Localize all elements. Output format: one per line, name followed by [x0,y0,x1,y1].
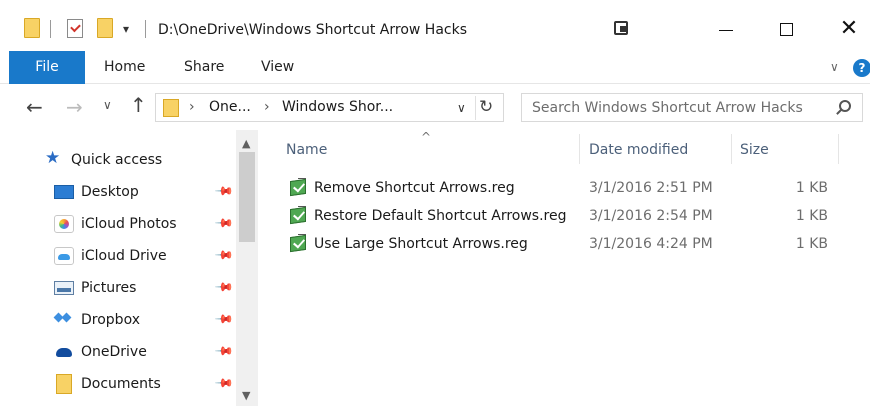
column-divider[interactable] [579,134,580,164]
sidebar-item-icloud-drive[interactable]: iCloud Drive 📌 [0,242,236,272]
file-list: ^ Name Date modified Size Remove Shortcu… [270,130,870,406]
pin-icon: 📌 [214,180,235,202]
column-divider[interactable] [731,134,732,164]
close-button[interactable]: ✕ [838,18,860,40]
file-date-modified: 3/1/2016 4:24 PM [589,236,713,252]
table-row[interactable]: Use Large Shortcut Arrows.reg 3/1/2016 4… [284,231,844,259]
up-button[interactable]: ↑ [130,93,147,117]
sidebar-item-documents[interactable]: Documents 📌 [0,370,236,400]
window-title: D:\OneDrive\Windows Shortcut Arrow Hacks [158,22,467,38]
file-size: 1 KB [795,208,828,224]
pin-icon: 📌 [214,244,235,266]
pin-icon: 📌 [214,372,235,394]
icloud-drive-icon [54,247,74,265]
star-icon: ★ [45,148,61,168]
icloud-photos-icon [54,215,74,233]
pin-icon: 📌 [214,276,235,298]
registry-file-icon [288,206,308,226]
snap-icon[interactable] [614,21,628,35]
registry-file-icon [288,234,308,254]
sidebar-item-label: Dropbox [81,312,140,328]
file-size: 1 KB [795,180,828,196]
desktop-icon [54,185,74,199]
table-row[interactable]: Remove Shortcut Arrows.reg 3/1/2016 2:51… [284,175,844,203]
sort-ascending-icon: ^ [421,130,432,144]
sidebar-item-dropbox[interactable]: Dropbox 📌 [0,306,236,336]
divider [145,20,146,38]
column-header-date-modified[interactable]: Date modified [589,142,688,158]
pin-icon: 📌 [214,340,235,362]
search-box[interactable] [521,93,863,122]
navigation-pane-scrollbar[interactable]: ▲ ▼ [236,130,258,406]
back-button[interactable]: ← [26,95,43,119]
file-name: Use Large Shortcut Arrows.reg [314,236,528,252]
properties-icon[interactable] [67,19,83,38]
tab-file[interactable]: File [9,51,85,84]
forward-button[interactable]: → [66,95,83,119]
divider [50,20,51,38]
pictures-icon [54,281,74,295]
breadcrumb-current-folder[interactable]: Windows Shor... [282,99,393,115]
registry-file-icon [288,178,308,198]
navigation-bar: ← → ∨ ↑ › One... › Windows Shor... ∨ ↻ [0,84,870,130]
customize-quick-access-button[interactable]: ▾ [123,20,129,38]
expand-ribbon-icon[interactable]: ∨ [830,60,839,74]
breadcrumb-onedrive[interactable]: One... [209,99,251,115]
recent-locations-button[interactable]: ∨ [103,98,112,112]
search-input[interactable] [532,98,822,118]
sidebar-item-label: Quick access [71,152,163,168]
file-name: Restore Default Shortcut Arrows.reg [314,208,567,224]
dropbox-icon [54,311,72,327]
column-divider[interactable] [838,134,839,164]
table-row[interactable]: Restore Default Shortcut Arrows.reg 3/1/… [284,203,844,231]
ribbon-tabs: File Home Share View ∨ ? [0,51,870,84]
sidebar-item-icloud-photos[interactable]: iCloud Photos 📌 [0,210,236,240]
sidebar-item-label: Documents [81,376,161,392]
tab-home[interactable]: Home [104,51,145,84]
sidebar-item-pictures[interactable]: Pictures 📌 [0,274,236,304]
address-bar[interactable]: › One... › Windows Shor... ∨ ↻ [155,93,504,122]
onedrive-icon [54,345,74,359]
sidebar-item-label: iCloud Drive [81,248,167,264]
file-date-modified: 3/1/2016 2:54 PM [589,208,713,224]
pin-icon: 📌 [214,212,235,234]
new-folder-icon[interactable] [97,18,113,38]
tab-share[interactable]: Share [184,51,224,84]
folder-icon [163,99,179,117]
tab-view[interactable]: View [261,51,294,84]
divider [475,96,476,120]
sidebar-item-desktop[interactable]: Desktop 📌 [0,178,236,208]
navigation-pane: ★ Quick access Desktop 📌 iCloud Photos 📌… [0,130,258,406]
scroll-down-button[interactable]: ▼ [242,389,250,402]
minimize-button[interactable] [719,30,733,31]
search-icon[interactable] [839,100,851,112]
scroll-up-button[interactable]: ▲ [242,137,250,150]
file-date-modified: 3/1/2016 2:51 PM [589,180,713,196]
scrollbar-thumb[interactable] [239,152,255,242]
maximize-button[interactable] [780,23,793,36]
pin-icon: 📌 [214,308,235,330]
sidebar-item-onedrive[interactable]: OneDrive 📌 [0,338,236,368]
sidebar-item-label: OneDrive [81,344,147,360]
folder-icon [24,18,40,38]
sidebar-item-label: iCloud Photos [81,216,177,232]
sidebar-item-label: Pictures [81,280,137,296]
refresh-button[interactable]: ↻ [479,97,493,117]
title-bar: ▾ D:\OneDrive\Windows Shortcut Arrow Hac… [0,0,870,51]
help-icon[interactable]: ? [853,59,870,77]
chevron-right-icon[interactable]: › [189,99,195,115]
sidebar-item-label: Desktop [81,184,139,200]
folder-icon [56,374,72,394]
sidebar-item-quick-access[interactable]: ★ Quick access [0,145,236,175]
column-header-size[interactable]: Size [740,142,769,158]
file-size: 1 KB [795,236,828,252]
address-dropdown-button[interactable]: ∨ [457,101,466,115]
column-header-name[interactable]: Name [286,142,327,158]
chevron-right-icon[interactable]: › [264,99,270,115]
file-name: Remove Shortcut Arrows.reg [314,180,515,196]
